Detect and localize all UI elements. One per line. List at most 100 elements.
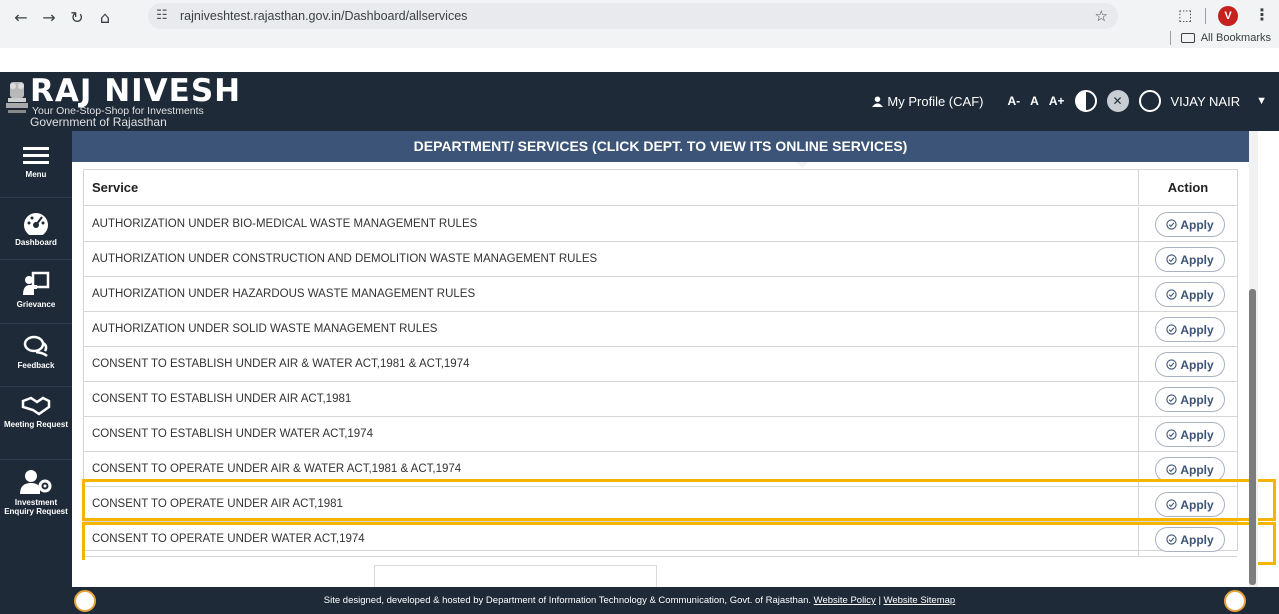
heading-notch (795, 162, 809, 168)
apply-button[interactable]: Apply (1155, 212, 1225, 237)
service-name[interactable]: CONSENT TO ESTABLISH UNDER WATER ACT,197… (92, 417, 373, 451)
close-icon[interactable]: ✕ (1106, 90, 1129, 112)
apply-label: Apply (1180, 392, 1214, 407)
font-normal-button[interactable]: A (1030, 94, 1039, 108)
table-row[interactable]: AUTHORIZATION UNDER BIO-MEDICAL WASTE MA… (84, 207, 1237, 242)
sidebar-item-meeting-request[interactable]: Meeting Request (0, 395, 72, 429)
user-gear-icon (20, 470, 52, 494)
sidebar-label-grievance: Grievance (16, 300, 56, 309)
content-panel (374, 565, 657, 587)
website-policy-link[interactable]: Website Policy (814, 595, 876, 606)
back-icon[interactable]: ← (10, 8, 32, 28)
handshake-icon (21, 396, 51, 416)
service-name[interactable]: AUTHORIZATION UNDER CONSTRUCTION AND DEM… (92, 242, 597, 276)
check-circle-icon (1166, 254, 1177, 265)
home-icon[interactable]: ⌂ (94, 8, 116, 28)
table-row[interactable]: CONSENT TO ESTABLISH UNDER AIR & WATER A… (84, 347, 1237, 382)
scrollbar-thumb[interactable] (1249, 289, 1256, 585)
service-name[interactable]: CONSENT TO ESTABLISH UNDER AIR & WATER A… (92, 347, 470, 381)
url-text[interactable]: rajniveshtest.rajasthan.gov.in/Dashboard… (180, 3, 467, 29)
sidebar-label-dashboard: Dashboard (15, 238, 57, 247)
action-cell: Apply (1138, 242, 1237, 277)
highlight-box (82, 479, 1276, 521)
sidebar-label-menu: Menu (25, 170, 47, 179)
table-row[interactable]: AUTHORIZATION UNDER CONSTRUCTION AND DEM… (84, 242, 1237, 277)
forward-icon[interactable]: → (38, 8, 60, 28)
address-bar[interactable]: ☷ rajniveshtest.rajasthan.gov.in/Dashboa… (148, 3, 1118, 29)
user-icon (872, 95, 884, 107)
page-footer: Site designed, developed & hosted by Dep… (0, 587, 1279, 614)
sidebar-item-grievance[interactable]: Grievance (0, 271, 72, 309)
bookmarks-divider (1169, 31, 1171, 45)
action-cell: Apply (1138, 347, 1237, 382)
sidebar-divider (0, 459, 72, 460)
user-name[interactable]: VIJAY NAIR (1171, 94, 1241, 109)
table-row[interactable]: AUTHORIZATION UNDER SOLID WASTE MANAGEME… (84, 312, 1237, 347)
hamburger-icon (23, 147, 49, 164)
apply-button[interactable]: Apply (1155, 282, 1225, 307)
apply-button[interactable]: Apply (1155, 422, 1225, 447)
column-header-action: Action (1138, 170, 1237, 206)
folder-icon (1180, 33, 1195, 43)
check-circle-icon (1166, 464, 1177, 475)
apply-button[interactable]: Apply (1155, 247, 1225, 272)
apply-button[interactable]: Apply (1155, 387, 1225, 412)
sidebar-item-feedback[interactable]: Feedback (0, 334, 72, 370)
service-name[interactable]: AUTHORIZATION UNDER HAZARDOUS WASTE MANA… (92, 277, 475, 311)
apply-button[interactable]: Apply (1155, 317, 1225, 342)
sidebar-item-menu[interactable]: Menu (0, 145, 72, 179)
table-header-row: Service Action (84, 170, 1237, 206)
sidebar-divider (0, 197, 72, 198)
check-circle-icon (1166, 429, 1177, 440)
font-decrease-button[interactable]: A- (1007, 94, 1020, 108)
browser-toolbar: ← → ↻ ⌂ ☷ rajniveshtest.rajasthan.gov.in… (0, 0, 1279, 48)
service-name[interactable]: AUTHORIZATION UNDER SOLID WASTE MANAGEME… (92, 312, 437, 346)
sidebar-divider (0, 259, 72, 260)
sidebar-item-investment-enquiry[interactable]: Investment Enquiry Request (0, 469, 72, 516)
table-row[interactable]: CONSENT TO ESTABLISH UNDER WATER ACT,197… (84, 417, 1237, 452)
apply-label: Apply (1180, 217, 1214, 232)
service-name[interactable]: CONSENT TO ESTABLISH UNDER AIR ACT,1981 (92, 382, 351, 416)
service-name[interactable]: AUTHORIZATION UNDER BIO-MEDICAL WASTE MA… (92, 207, 477, 241)
chat-icon (23, 335, 48, 357)
browser-menu-icon[interactable]: ⋮ (1254, 5, 1270, 25)
gauge-icon (24, 213, 48, 235)
sidebar-divider (0, 323, 72, 324)
all-bookmarks-link[interactable]: All Bookmarks (1201, 32, 1271, 44)
apply-label: Apply (1180, 252, 1214, 267)
brand-title[interactable]: RAJ NIVESH (30, 74, 241, 108)
highlight-box (82, 522, 1276, 565)
sidebar-divider (0, 386, 72, 387)
bookmarks-bar: All Bookmarks (1169, 30, 1271, 46)
sidebar-item-dashboard[interactable]: Dashboard (0, 211, 72, 247)
chevron-down-icon[interactable]: ▼ (1256, 95, 1267, 107)
check-circle-icon (1166, 394, 1177, 405)
table-row[interactable]: CONSENT TO ESTABLISH UNDER AIR ACT,1981 A… (84, 382, 1237, 417)
check-circle-icon (1166, 289, 1177, 300)
table-row[interactable]: AUTHORIZATION UNDER HAZARDOUS WASTE MANA… (84, 277, 1237, 312)
toolbar-divider (1205, 8, 1206, 24)
department-heading[interactable]: DEPARTMENT/ SERVICES (CLICK DEPT. TO VIE… (72, 131, 1249, 162)
check-circle-icon (1166, 324, 1177, 335)
my-profile-link[interactable]: My Profile (CAF) (872, 94, 983, 109)
state-emblem-icon (6, 82, 28, 113)
bookmark-star-icon[interactable]: ☆ (1095, 6, 1108, 26)
extensions-icon[interactable]: ⬚ (1178, 6, 1192, 24)
sidebar-label-meeting-request: Meeting Request (3, 420, 68, 429)
font-increase-button[interactable]: A+ (1049, 94, 1065, 108)
footer-logo-left-icon (74, 590, 96, 612)
action-cell: Apply (1138, 277, 1237, 312)
user-avatar-icon[interactable] (1138, 90, 1161, 112)
website-sitemap-link[interactable]: Website Sitemap (884, 595, 956, 606)
action-cell: Apply (1138, 207, 1237, 242)
app-header: RAJ NIVESH Your One-Stop-Shop for Invest… (0, 72, 1279, 131)
presenter-icon (23, 271, 50, 295)
site-info-icon[interactable]: ☷ (156, 6, 172, 26)
contrast-icon[interactable] (1074, 90, 1097, 112)
header-actions: My Profile (CAF) A- A A+ ✕ VIJAY NAIR ▼ (872, 90, 1267, 112)
reload-icon[interactable]: ↻ (66, 8, 88, 28)
brand-government: Government of Rajasthan (30, 115, 167, 129)
browser-profile-avatar[interactable]: V (1218, 6, 1238, 26)
apply-button[interactable]: Apply (1155, 352, 1225, 377)
apply-label: Apply (1180, 462, 1214, 477)
